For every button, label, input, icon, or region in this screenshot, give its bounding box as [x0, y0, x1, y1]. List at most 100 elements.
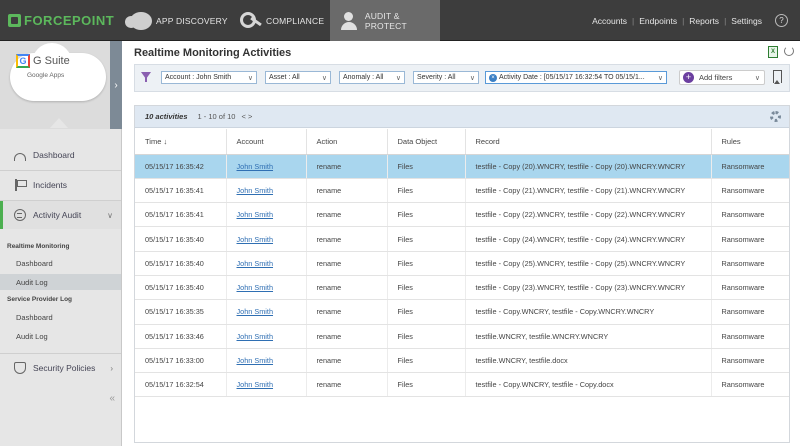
sidebar-item-label: Incidents — [33, 180, 68, 190]
refresh-icon[interactable] — [784, 46, 794, 56]
help-icon[interactable]: ? — [775, 14, 788, 27]
anomaly-filter[interactable]: Anomaly : All ∨ — [339, 71, 405, 84]
cell-account[interactable]: John Smith — [226, 372, 307, 398]
cell-data-object: Files — [387, 154, 466, 179]
table-row[interactable]: 05/15/17 16:33:00 John Smith rename Files te… — [135, 348, 789, 374]
filter-value: Asset : All — [269, 74, 300, 81]
cell-time: 05/15/17 16:33:00 — [135, 348, 227, 374]
sidebar-sub-realtime-dashboard[interactable]: Dashboard — [0, 255, 121, 271]
column-header-record[interactable]: Record — [465, 129, 712, 155]
cell-time: 05/15/17 16:33:46 — [135, 324, 227, 349]
app-name: G Suite — [33, 55, 70, 67]
cell-rules: Ransomware — [711, 372, 789, 398]
tab-label: AUDIT & PROTECT — [364, 10, 407, 31]
account-filter[interactable]: Account : John Smith ∨ — [161, 71, 257, 84]
chevron-down-icon: ∨ — [657, 74, 663, 82]
table-row[interactable]: 05/15/17 16:32:54 John Smith rename Files te… — [135, 372, 789, 398]
table-row[interactable]: 05/15/17 16:35:40 John Smith rename Files te… — [135, 275, 789, 301]
column-header-time[interactable]: Time ↓ — [135, 129, 227, 155]
cell-record: testfile - Copy (20).WNCRY, testfile - C… — [465, 154, 712, 179]
table-row[interactable]: 05/15/17 16:35:40 John Smith rename Files te… — [135, 226, 789, 252]
collapse-sidebar-icon[interactable]: « — [109, 393, 115, 404]
reports-link[interactable]: Reports — [684, 16, 724, 26]
accounts-link[interactable]: Accounts — [587, 16, 632, 26]
cell-data-object: Files — [387, 275, 466, 301]
sidebar-sub-provider-audit-log[interactable]: Audit Log — [0, 328, 121, 344]
cell-account[interactable]: John Smith — [226, 251, 307, 276]
filter-funnel-icon[interactable] — [141, 72, 151, 82]
cell-rules: Ransomware — [711, 299, 789, 325]
sidebar-item-label: Security Policies — [33, 363, 96, 373]
app-selector[interactable]: G G Suite Google Apps › — [0, 41, 122, 129]
activity-date-filter[interactable]: × Activity Date : [05/15/17 16:32:54 TO … — [485, 71, 667, 84]
column-header-rules[interactable]: Rules — [711, 129, 789, 155]
filter-value: Severity : All — [417, 74, 456, 81]
table-row[interactable]: 05/15/17 16:35:35 John Smith rename Files te… — [135, 299, 789, 325]
tab-audit-protect[interactable]: AUDIT & PROTECT — [330, 0, 440, 41]
cell-account[interactable]: John Smith — [226, 178, 307, 204]
cell-account[interactable]: John Smith — [226, 299, 307, 325]
column-header-account[interactable]: Account — [226, 129, 307, 155]
cell-record: testfile.WNCRY, testfile.docx — [465, 348, 712, 374]
cell-time: 05/15/17 16:35:41 — [135, 178, 227, 204]
add-filters-dropdown[interactable]: + Add filters ∨ — [679, 70, 765, 85]
remove-filter-icon[interactable]: × — [489, 73, 497, 82]
key-icon — [240, 11, 262, 30]
sidebar-item-activity-audit[interactable]: Activity Audit ∨ — [0, 201, 121, 229]
top-links: Accounts | Endpoints | Reports | Settings ? — [587, 0, 788, 41]
sidebar: G G Suite Google Apps › Dashboard Incide… — [0, 41, 122, 446]
table-row[interactable]: 05/15/17 16:35:40 John Smith rename Files te… — [135, 251, 789, 276]
cell-record: testfile - Copy (21).WNCRY, testfile - C… — [465, 178, 712, 204]
severity-filter[interactable]: Severity : All ∨ — [413, 71, 479, 84]
cell-account[interactable]: John Smith — [226, 324, 307, 349]
sidebar-sub-provider-dashboard[interactable]: Dashboard — [0, 309, 121, 325]
cell-time: 05/15/17 16:35:41 — [135, 202, 227, 228]
plus-icon: + — [683, 72, 694, 83]
cell-account[interactable]: John Smith — [226, 275, 307, 301]
cell-action: rename — [306, 154, 388, 179]
cell-record: testfile - Copy.WNCRY, testfile - Copy.d… — [465, 372, 712, 398]
cell-action: rename — [306, 178, 388, 204]
cell-account[interactable]: John Smith — [226, 226, 307, 252]
tab-app-discovery[interactable]: APP DISCOVERY — [125, 0, 228, 41]
table-row[interactable]: 05/15/17 16:33:46 John Smith rename Files te… — [135, 324, 789, 349]
cell-data-object: Files — [387, 348, 466, 374]
gear-icon[interactable] — [770, 111, 781, 122]
sidebar-item-dashboard[interactable]: Dashboard — [0, 141, 121, 169]
cell-time: 05/15/17 16:35:40 — [135, 275, 227, 301]
sidebar-sub-realtime-audit-log[interactable]: Audit Log — [0, 274, 121, 290]
cell-account[interactable]: John Smith — [226, 154, 307, 179]
cell-record: testfile - Copy (25).WNCRY, testfile - C… — [465, 251, 712, 276]
filter-bar: Account : John Smith ∨ Asset : All ∨ Anoma… — [134, 64, 790, 92]
table-row[interactable]: 05/15/17 16:35:42 John Smith rename Files te… — [135, 154, 789, 179]
table-row[interactable]: 05/15/17 16:35:41 John Smith rename Files te… — [135, 178, 789, 204]
sidebar-item-security-policies[interactable]: Security Policies › — [0, 354, 121, 382]
chevron-down-icon: ∨ — [247, 74, 253, 82]
activities-table-panel: 10 activities 1 - 10 of 10 < > Time ↓ Ac… — [134, 105, 790, 443]
cell-data-object: Files — [387, 178, 466, 204]
cell-data-object: Files — [387, 299, 466, 325]
chevron-down-icon: ∨ — [395, 74, 401, 82]
forcepoint-logo[interactable]: FORCEPOINT — [8, 13, 114, 28]
table-row[interactable]: 05/15/17 16:35:41 John Smith rename Files te… — [135, 202, 789, 228]
cell-account[interactable]: John Smith — [226, 348, 307, 374]
app-switch-chevron-icon[interactable]: › — [110, 41, 122, 129]
chevron-down-icon: ∨ — [107, 210, 113, 220]
tab-compliance[interactable]: COMPLIANCE — [240, 0, 326, 41]
cell-account[interactable]: John Smith — [226, 202, 307, 228]
asset-filter[interactable]: Asset : All ∨ — [265, 71, 331, 84]
cell-action: rename — [306, 299, 388, 325]
endpoints-link[interactable]: Endpoints — [634, 16, 682, 26]
cell-rules: Ransomware — [711, 348, 789, 374]
cell-data-object: Files — [387, 202, 466, 228]
export-excel-icon[interactable]: X — [768, 46, 778, 58]
sidebar-item-label: Dashboard — [33, 150, 75, 160]
gsuite-logo: G G Suite — [16, 54, 70, 68]
bookmark-icon[interactable] — [773, 70, 782, 84]
cell-time: 05/15/17 16:35:40 — [135, 226, 227, 252]
sidebar-item-incidents[interactable]: Incidents — [0, 171, 121, 199]
column-header-data-object[interactable]: Data Object — [387, 129, 466, 155]
pagination-arrows[interactable]: < > — [241, 112, 252, 121]
settings-link[interactable]: Settings — [726, 16, 767, 26]
column-header-action[interactable]: Action — [306, 129, 388, 155]
